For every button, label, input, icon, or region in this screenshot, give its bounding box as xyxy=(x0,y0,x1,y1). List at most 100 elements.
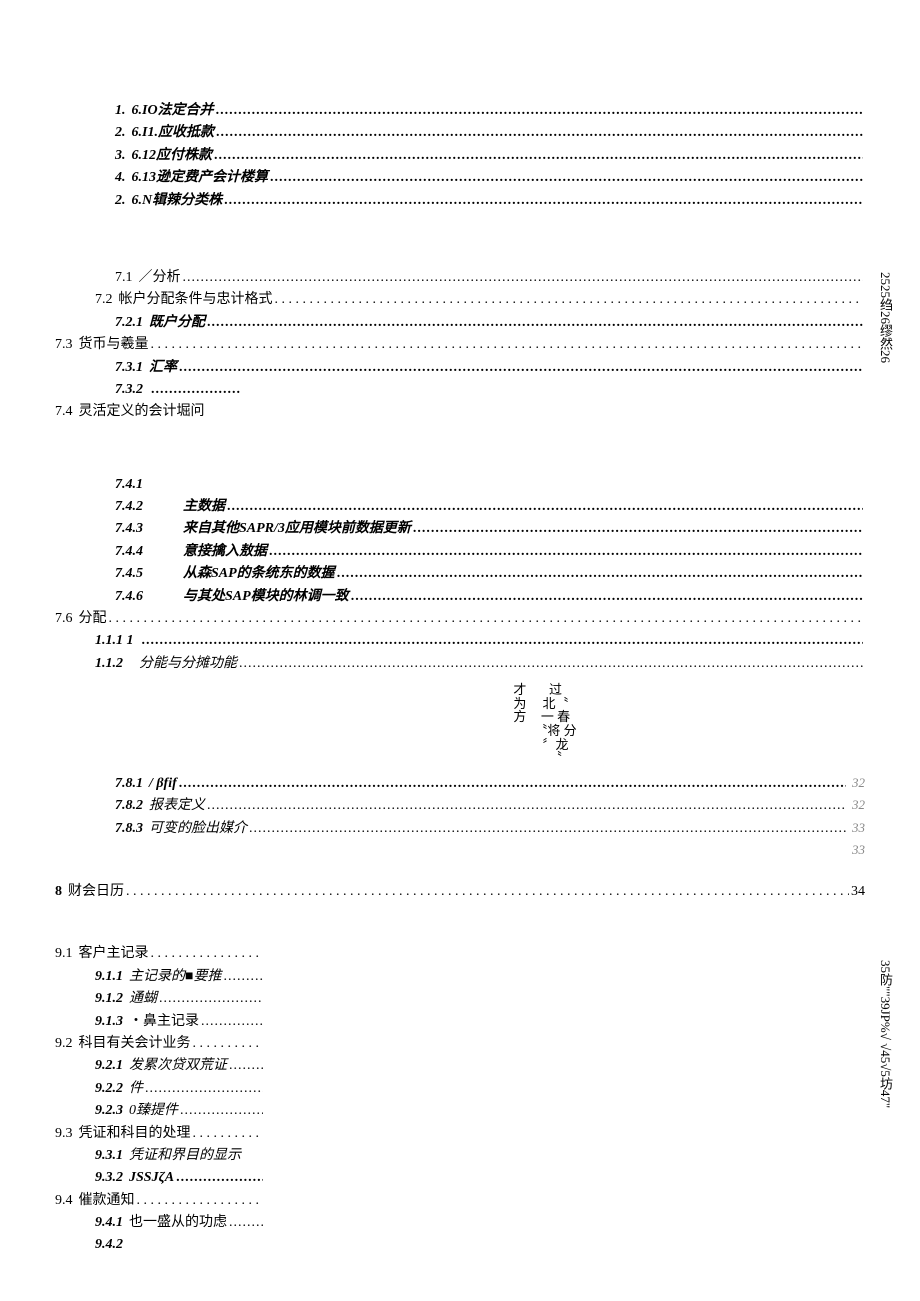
glyph-col-right: 过北〝一 春〝将 分〞龙〝 xyxy=(534,683,576,765)
toc-entry: 9.1.3 ・鼻主记录 xyxy=(55,1011,265,1033)
leader-dots xyxy=(229,1055,263,1069)
toc-entry: 7.4.3来自其他SAPR/3应用模块前数据更新 xyxy=(55,518,865,540)
toc-entry: 9.2.30臻提件 xyxy=(55,1100,265,1122)
toc-num: 7.1 xyxy=(115,267,133,289)
page-number: 32 xyxy=(848,795,865,816)
toc-label: 灵活定义的会计堀问 xyxy=(79,401,205,423)
leader-dots xyxy=(351,586,863,600)
toc-num: 7.4.2 xyxy=(115,496,143,518)
toc-entry: 7.4.5从森SAP的条统东的数握 xyxy=(55,563,865,585)
toc-label: 货币与羲量 xyxy=(79,334,149,356)
toc-entry: 7.8.3可变的脸出媒介33 xyxy=(55,818,865,840)
toc-entry: 7.3.1汇率 xyxy=(55,357,865,379)
leader-dots xyxy=(126,881,849,895)
toc-num: 3. xyxy=(115,145,126,167)
toc-section-7.8: 7.8.1/ βfif327.8.2报表定义327.8.3可变的脸出媒介33 xyxy=(55,773,865,840)
toc-num: 9.2.3 xyxy=(95,1100,123,1122)
toc-entry: 7.4.2 主数据 xyxy=(55,496,865,518)
toc-label: 6.IO法定合并 xyxy=(132,100,214,122)
leader-dots xyxy=(227,496,863,510)
toc-num: 9.2 xyxy=(55,1033,73,1055)
leader-dots xyxy=(207,795,846,809)
toc-label: JSSJζA xyxy=(129,1167,174,1189)
toc-num: 9.3 xyxy=(55,1123,73,1145)
leader-dots xyxy=(151,334,864,348)
leader-dots xyxy=(224,190,863,204)
toc-num: 9.4.1 xyxy=(95,1212,123,1234)
toc-entry: 9.3凭证和科目的处理 xyxy=(55,1123,265,1145)
toc-label: 与其处SAP模块的林调一致 xyxy=(183,586,349,608)
page-number: 33 xyxy=(848,818,865,839)
toc-num: 7.2.1 xyxy=(115,312,143,334)
toc-num: 2. xyxy=(115,190,126,212)
toc-entry: 7.3 货币与羲量 xyxy=(55,334,865,356)
page-number: 32 xyxy=(848,773,865,794)
toc-num: 9.1.3 xyxy=(95,1011,123,1033)
leader-dots xyxy=(229,1212,263,1226)
toc-num: 7.3.2 xyxy=(115,379,143,401)
toc-num: 9.4 xyxy=(55,1190,73,1212)
toc-entry: 4. 6.13逊定费产会计楼算 xyxy=(55,167,865,189)
toc-label: 6.N辑辣分类株 xyxy=(132,190,223,212)
toc-label: ・鼻主记录 xyxy=(129,1011,199,1033)
toc-entry: 9.4.2 xyxy=(55,1234,265,1256)
leader-dots xyxy=(179,773,846,787)
glyph-col-left: 才为方 xyxy=(513,683,526,765)
toc-section-7a: 7.1／分析7.2帐户分配条件与忠计格式7.2.1既户分配7.3货币与羲量7.3… xyxy=(55,267,865,424)
toc-entry: 7.2.1 既户分配 xyxy=(55,312,865,334)
toc-num: 1.1.2 xyxy=(95,653,123,675)
toc-entry: 2.6.I1.应收抵款 xyxy=(55,122,865,144)
toc-num: 7.4.4 xyxy=(115,541,143,563)
leader-dots xyxy=(413,518,863,532)
leader-dots xyxy=(337,563,863,577)
toc-num: 4. xyxy=(115,167,126,189)
toc-num: 9.3.1 xyxy=(95,1145,123,1167)
toc-entry: 9.2.2 件 xyxy=(55,1078,265,1100)
toc-num: 1. xyxy=(115,100,126,122)
toc-label: 来自其他SAPR/3应用模块前数据更新 xyxy=(183,518,411,540)
leader-dots xyxy=(137,1190,264,1204)
leader-dots xyxy=(275,289,864,303)
leader-dots xyxy=(193,1033,264,1047)
toc-num: 7.8.2 xyxy=(115,795,143,817)
toc-entry: 7.8.1/ βfif32 xyxy=(55,773,865,795)
toc-label: 汇率 xyxy=(149,357,177,379)
toc-entry: 9.2科目有关会计业务 xyxy=(55,1033,265,1055)
leader-dots xyxy=(145,1078,263,1092)
toc-entry: 7.2帐户分配条件与忠计格式 xyxy=(55,289,865,311)
toc-num: 9.1.2 xyxy=(95,988,123,1010)
leader-dots xyxy=(249,818,846,832)
toc-num: 7.8.3 xyxy=(115,818,143,840)
toc-entry: 7.3.2 xyxy=(55,379,865,401)
toc-label: 件 xyxy=(129,1078,143,1100)
leader-dots xyxy=(179,357,863,371)
toc-label: 6.13逊定费产会计楼算 xyxy=(132,167,269,189)
toc-label: 分能与分摊功能 xyxy=(139,653,237,675)
toc-label: 主数据 xyxy=(183,496,225,518)
toc-label: 6.I1.应收抵款 xyxy=(132,122,214,144)
toc-num: 9.1.1 xyxy=(95,966,123,988)
toc-num: 9.1 xyxy=(55,943,73,965)
toc-label: 既户分配 xyxy=(149,312,205,334)
leader-dots xyxy=(109,608,864,622)
margin-pagenums-2: 35防""39JP%√ √45√5坊47" xyxy=(878,960,892,1108)
toc-num: 9.2.1 xyxy=(95,1055,123,1077)
toc-entry: 7.4.4意接擒入敖据 xyxy=(55,541,865,563)
toc-label: 发累次贷双荒证 xyxy=(129,1055,227,1077)
leader-dots xyxy=(151,379,241,393)
toc-num: 7.3 xyxy=(55,334,73,356)
toc-entry: 2. 6.N辑辣分类株 xyxy=(55,190,865,212)
toc-entry: 9.1客户主记录 xyxy=(55,943,265,965)
leader-dots xyxy=(142,630,864,644)
toc-entry-1.1.2: 1.1.2 分能与分摊功能 xyxy=(55,653,865,675)
leader-dots xyxy=(159,988,263,1002)
toc-section-9: 9.1客户主记录9.1.1主记录的■要推9.1.2通蝴9.1.3・鼻主记录9.2… xyxy=(55,943,265,1256)
toc-label: / βfif xyxy=(149,773,177,795)
toc-label: 报表定义 xyxy=(149,795,205,817)
page-number: 33 xyxy=(848,840,865,861)
toc-entry: 1. 6.IO法定合并 xyxy=(55,100,865,122)
toc-entry-1.1.1: 1.1.1 1 xyxy=(55,630,865,652)
leader-dots xyxy=(151,943,264,957)
leader-dots xyxy=(183,267,864,281)
toc-label: 凭证和界目的显示 xyxy=(129,1145,241,1167)
